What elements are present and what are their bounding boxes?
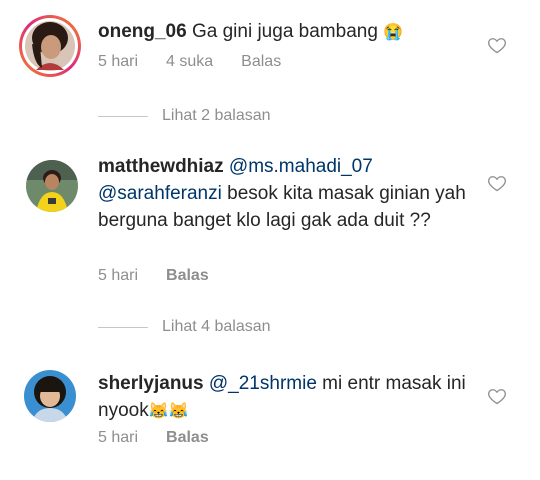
comment-likes[interactable]: 4 suka bbox=[166, 53, 213, 71]
view-replies-label[interactable]: Lihat 2 balasan bbox=[162, 107, 271, 125]
comment-text: oneng_06 Ga gini juga bambang 😭 bbox=[98, 18, 498, 46]
heart-icon[interactable] bbox=[487, 35, 507, 60]
view-replies[interactable]: Lihat 4 balasan bbox=[98, 318, 271, 336]
reply-button[interactable]: Balas bbox=[166, 267, 209, 285]
comment-username[interactable]: oneng_06 bbox=[98, 21, 187, 42]
comment-time: 5 hari bbox=[98, 429, 139, 446]
comment-meta: 5 hari Balas bbox=[98, 429, 237, 447]
avatar-oneng[interactable] bbox=[18, 14, 82, 78]
comment-time: 5 hari bbox=[98, 267, 139, 284]
comment-time: 5 hari bbox=[98, 53, 139, 70]
reply-button[interactable]: Balas bbox=[241, 53, 281, 71]
avatar-matthewdhiaz[interactable] bbox=[26, 160, 78, 212]
comment-username[interactable]: sherlyjanus bbox=[98, 373, 204, 394]
mention-link[interactable]: @ms.mahadi_07 bbox=[229, 156, 373, 177]
comment-username[interactable]: matthewdhiaz bbox=[98, 156, 224, 177]
heart-icon[interactable] bbox=[487, 173, 507, 198]
replies-divider bbox=[98, 115, 148, 117]
avatar-sherlyjanus[interactable] bbox=[24, 370, 76, 422]
mention-link[interactable]: @_21shrmie bbox=[209, 373, 317, 394]
comment-text: sherlyjanus @_21shrmie mi entr masak ini… bbox=[98, 370, 498, 425]
cat-emoji: 😹😹 bbox=[148, 403, 189, 420]
reply-button[interactable]: Balas bbox=[166, 429, 209, 447]
crying-emoji: 😭 bbox=[383, 24, 404, 41]
view-replies-label[interactable]: Lihat 4 balasan bbox=[162, 318, 271, 336]
comment-meta: 5 hari Balas bbox=[98, 267, 237, 285]
view-replies[interactable]: Lihat 2 balasan bbox=[98, 107, 271, 125]
replies-divider bbox=[98, 326, 148, 328]
comment-message: Ga gini juga bambang bbox=[191, 21, 378, 42]
heart-icon[interactable] bbox=[487, 386, 507, 411]
comment-meta: 5 hari 4 suka Balas bbox=[98, 53, 309, 71]
comment-text: matthewdhiaz @ms.mahadi_07 @sarahferanzi… bbox=[98, 153, 498, 234]
mention-link[interactable]: @sarahferanzi bbox=[98, 183, 222, 204]
